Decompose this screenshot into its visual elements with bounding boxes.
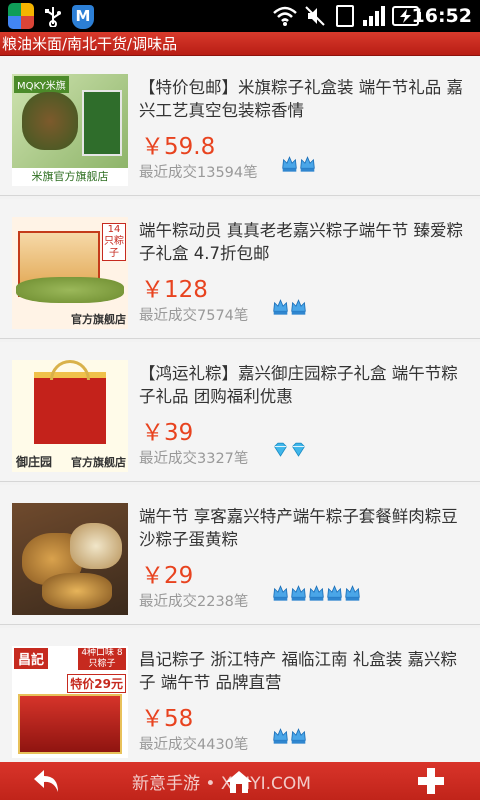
status-time: 16:52 <box>411 5 472 27</box>
bag-handle <box>50 360 90 380</box>
product-price: ￥58 <box>141 706 194 732</box>
seller-rating-badges <box>272 440 308 464</box>
product-title[interactable]: 【鸿运礼粽】嘉兴御庄园粽子礼盒 端午节粽子礼品 团购福利优惠 <box>139 362 469 408</box>
product-price: ￥128 <box>141 277 208 303</box>
gift-box-image <box>18 694 122 754</box>
thumb-tag: 14只粽子 <box>102 223 126 261</box>
page-title: 粮油米面/南北干货/调味品 <box>2 35 178 53</box>
app-launcher-icon <box>8 3 34 29</box>
product-item[interactable]: 昌記 4种口味 8只粽子 特价29元 昌记粽子 浙江特产 福临江南 礼盒装 嘉兴… <box>0 628 480 762</box>
signal-icon <box>363 6 385 26</box>
seller-rating-badges <box>272 297 308 321</box>
product-sales: 最近成交2238笔 <box>139 594 249 610</box>
product-thumbnail[interactable]: 14只粽子 官方旗舰店 <box>12 217 128 329</box>
thumb-logo: 昌記 <box>14 648 49 669</box>
zongzi-image <box>22 92 78 150</box>
wifi-icon <box>273 6 297 26</box>
product-price: ￥59.8 <box>141 134 216 160</box>
thumb-store: 官方旗舰店 <box>71 456 126 469</box>
thumb-logo: 御庄园 <box>16 455 53 469</box>
product-title[interactable]: 【特价包邮】米旗粽子礼盒装 端午节礼品 嘉兴工艺真空包装粽香情 <box>139 76 469 122</box>
thumb-promo: 特价29元 <box>67 674 126 693</box>
product-thumbnail[interactable] <box>12 503 128 615</box>
seller-rating-badges <box>281 154 317 178</box>
thumb-store: 官方旗舰店 <box>71 313 126 326</box>
product-title[interactable]: 昌记粽子 浙江特产 福临江南 礼盒装 嘉兴粽子 端午节 品牌直营 <box>139 648 469 694</box>
product-price: ￥29 <box>141 563 194 589</box>
crown-icon <box>327 585 342 601</box>
crown-icon <box>282 156 297 172</box>
home-icon[interactable] <box>224 769 254 795</box>
product-price: ￥39 <box>141 420 194 446</box>
crown-icon <box>273 585 288 601</box>
plus-icon[interactable] <box>414 766 448 796</box>
zongzi-image <box>70 523 122 569</box>
zongzi-image <box>42 573 112 609</box>
crown-icon <box>291 299 306 315</box>
crown-icon <box>345 585 360 601</box>
product-sales: 最近成交3327笔 <box>139 451 249 467</box>
product-sales: 最近成交7574笔 <box>139 308 249 324</box>
back-arrow-icon[interactable] <box>30 766 64 796</box>
security-shield-icon: M <box>72 5 94 29</box>
product-sales: 最近成交4430笔 <box>139 737 249 753</box>
product-title[interactable]: 端午粽动员 真真老老嘉兴粽子端午节 臻爱粽子礼盒 4.7折包邮 <box>139 219 469 265</box>
crown-icon <box>309 585 324 601</box>
bottom-toolbar: 新意手游 • XINYI.COM <box>0 762 480 800</box>
watermark-text: 新意手游 • XINYI.COM <box>132 774 311 794</box>
product-thumbnail[interactable]: MQKY米旗 米旗官方旗舰店 <box>12 74 128 186</box>
zongzi-image <box>16 277 124 303</box>
product-item[interactable]: 御庄园 官方旗舰店 【鸿运礼粽】嘉兴御庄园粽子礼盒 端午节粽子礼品 团购福利优惠… <box>0 342 480 482</box>
thumb-logo: MQKY米旗 <box>14 76 69 93</box>
product-item[interactable]: 端午节 享客嘉兴特产端午粽子套餐鲜肉粽豆沙粽子蛋黄粽 ￥29 最近成交2238笔 <box>0 485 480 625</box>
product-item[interactable]: MQKY米旗 米旗官方旗舰店 【特价包邮】米旗粽子礼盒装 端午节礼品 嘉兴工艺真… <box>0 56 480 196</box>
category-title-bar: 粮油米面/南北干货/调味品 <box>0 32 480 56</box>
seller-rating-badges <box>272 583 362 607</box>
crown-icon <box>273 728 288 744</box>
product-item[interactable]: 14只粽子 官方旗舰店 端午粽动员 真真老老嘉兴粽子端午节 臻爱粽子礼盒 4.7… <box>0 199 480 339</box>
thumb-tag: 4种口味 8只粽子 <box>78 648 126 670</box>
mute-icon <box>305 6 325 26</box>
product-list[interactable]: MQKY米旗 米旗官方旗舰店 【特价包邮】米旗粽子礼盒装 端午节礼品 嘉兴工艺真… <box>0 56 480 762</box>
crown-icon <box>291 585 306 601</box>
product-thumbnail[interactable]: 御庄园 官方旗舰店 <box>12 360 128 472</box>
product-thumbnail[interactable]: 昌記 4种口味 8只粽子 特价29元 <box>12 646 128 758</box>
sim-icon <box>336 5 354 27</box>
crown-icon <box>273 299 288 315</box>
seller-rating-badges <box>272 726 308 750</box>
usb-icon <box>45 7 61 27</box>
gift-bag-image <box>34 372 106 444</box>
status-bar: M 16:52 <box>0 0 480 32</box>
crown-icon <box>291 728 306 744</box>
product-sales: 最近成交13594笔 <box>139 165 258 181</box>
thumb-store: 米旗官方旗舰店 <box>12 168 128 186</box>
crown-icon <box>300 156 315 172</box>
gift-box-image <box>82 90 122 156</box>
diamond-icon <box>274 442 287 457</box>
diamond-icon <box>292 442 305 457</box>
product-title[interactable]: 端午节 享客嘉兴特产端午粽子套餐鲜肉粽豆沙粽子蛋黄粽 <box>139 505 469 551</box>
